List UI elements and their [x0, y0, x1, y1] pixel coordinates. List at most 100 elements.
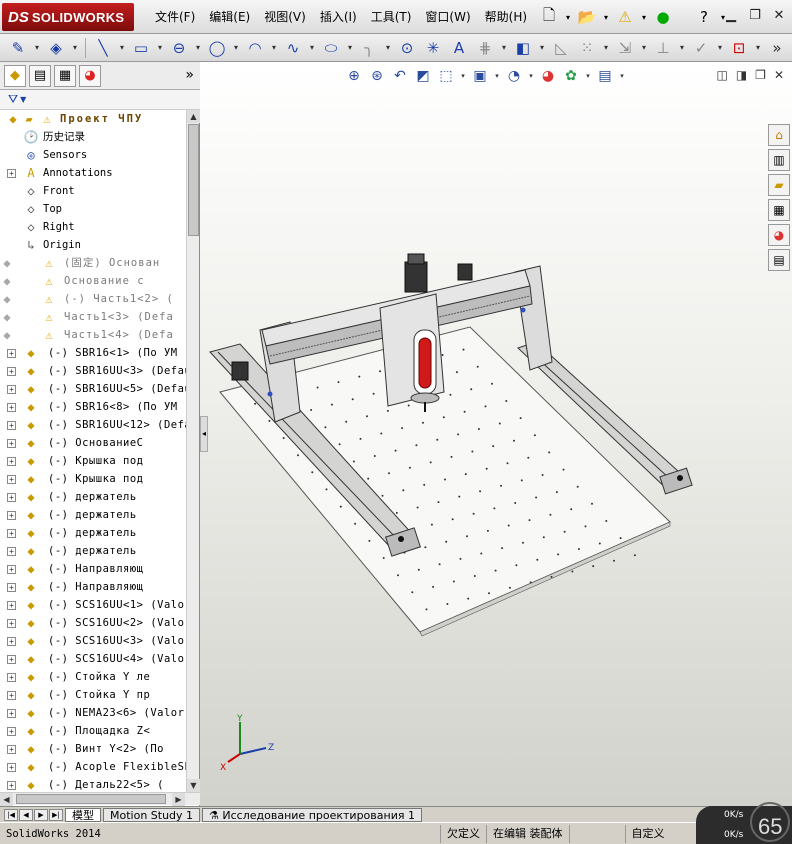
open-icon[interactable]: 📂: [576, 6, 598, 28]
traffic-light-icon[interactable]: ●: [652, 6, 674, 28]
expand-icon[interactable]: +: [7, 619, 16, 628]
tree-item-component[interactable]: + ◆ (-) ОснованиеС: [0, 434, 186, 452]
tree-vertical-scrollbar[interactable]: ▲ ▼: [186, 110, 200, 792]
hscroll-thumb[interactable]: [16, 794, 166, 804]
tree-item[interactable]: + A Annotations: [0, 164, 186, 182]
tree-item[interactable]: ◇ Front: [0, 182, 186, 200]
expand-icon[interactable]: +: [7, 745, 16, 754]
tree-item-component[interactable]: + ◆ (-) SCS16UU<2> (Valor p: [0, 614, 186, 632]
chevron-down-icon[interactable]: ▾: [563, 6, 573, 28]
mirror-icon[interactable]: ◺: [549, 37, 573, 59]
chevron-down-icon[interactable]: ▾: [537, 37, 547, 59]
expand-icon[interactable]: +: [7, 547, 16, 556]
chevron-down-icon[interactable]: ▾: [383, 37, 393, 59]
tree-item[interactable]: ◆ ⚠ Часть1<4> (Defa: [0, 326, 186, 344]
tree-filter[interactable]: ⛛ ▼: [0, 90, 200, 110]
expand-icon[interactable]: +: [7, 439, 16, 448]
feature-manager-icon[interactable]: ◆: [4, 64, 26, 87]
filter-icon[interactable]: ⛛: [8, 92, 18, 107]
property-manager-icon[interactable]: ▤: [29, 64, 51, 87]
menu-tools[interactable]: 工具(T): [364, 0, 419, 34]
tree-item-component[interactable]: + ◆ (-) SCS16UU<3> (Valor p: [0, 632, 186, 650]
panel-more-icon[interactable]: »: [185, 67, 194, 83]
expand-icon[interactable]: +: [7, 583, 16, 592]
expand-icon[interactable]: +: [7, 349, 16, 358]
filter-dropdown-icon[interactable]: ▼: [20, 95, 26, 104]
sketch-icon[interactable]: ◈: [44, 37, 68, 59]
tree-item-component[interactable]: + ◆ (-) держатель: [0, 488, 186, 506]
tree-item[interactable]: ◆ ⚠ Часть1<3> (Defa: [0, 308, 186, 326]
expand-icon[interactable]: +: [7, 709, 16, 718]
chevron-down-icon[interactable]: ▾: [601, 37, 611, 59]
ellipse-icon[interactable]: ⬭: [319, 37, 343, 59]
view-orientation-icon[interactable]: ⬚: [436, 66, 456, 86]
tree-item-component[interactable]: + ◆ (-) Крышка под: [0, 452, 186, 470]
hide-show-icon[interactable]: ◔: [504, 66, 524, 86]
chevron-down-icon[interactable]: ▾: [584, 66, 592, 86]
display-relations-icon[interactable]: ⊡: [727, 37, 751, 59]
chevron-down-icon[interactable]: ▾: [753, 37, 763, 59]
status-custom-units[interactable]: 自定义: [624, 824, 671, 843]
chevron-down-icon[interactable]: ▾: [155, 37, 165, 59]
chevron-down-icon[interactable]: ▾: [527, 66, 535, 86]
tab-design-study[interactable]: ⚗ Исследование проектирования 1: [202, 807, 422, 822]
prev-tab-icon[interactable]: ◀: [19, 808, 33, 821]
chevron-down-icon[interactable]: ▾: [493, 66, 501, 86]
expand-icon[interactable]: +: [7, 421, 16, 430]
zoom-area-icon[interactable]: ⊛: [367, 66, 387, 86]
zoom-fit-icon[interactable]: ⊕: [344, 66, 364, 86]
offset-icon[interactable]: ◧: [511, 37, 535, 59]
edit-appearance-icon[interactable]: ◕: [538, 66, 558, 86]
menu-window[interactable]: 窗口(W): [418, 0, 477, 34]
tree-item-component[interactable]: + ◆ (-) Стойка Y ле: [0, 668, 186, 686]
tree-item[interactable]: ◇ Top: [0, 200, 186, 218]
tree-item-component[interactable]: + ◆ (-) SBR16<1> (По УМ: [0, 344, 186, 362]
view-settings-icon[interactable]: ▤: [595, 66, 615, 86]
first-tab-icon[interactable]: |◀: [4, 808, 18, 821]
chevron-down-icon[interactable]: ▾: [459, 66, 467, 86]
expand-icon[interactable]: +: [7, 727, 16, 736]
tree-item[interactable]: ◎ Sensors: [0, 146, 186, 164]
trim-icon[interactable]: ⋕: [473, 37, 497, 59]
restore-icon[interactable]: ❐: [746, 6, 764, 24]
relations-icon[interactable]: ⊥: [651, 37, 675, 59]
tree-item-component[interactable]: + ◆ (-) Винт Y<2> (По: [0, 740, 186, 758]
tree-item-component[interactable]: + ◆ (-) SCS16UU<4> (Valor p: [0, 650, 186, 668]
split-view-icon[interactable]: ◫: [716, 68, 727, 82]
tree-item-component[interactable]: + ◆ (-) Деталь22<5> (: [0, 776, 186, 792]
expand-icon[interactable]: +: [7, 511, 16, 520]
tree-item-component[interactable]: + ◆ (-) держатель: [0, 524, 186, 542]
tab-motion-study[interactable]: Motion Study 1: [103, 807, 201, 822]
expand-icon[interactable]: +: [7, 529, 16, 538]
expand-icon[interactable]: +: [7, 367, 16, 376]
tree-item-component[interactable]: + ◆ (-) держатель: [0, 506, 186, 524]
scroll-up-icon[interactable]: ▲: [187, 110, 200, 123]
link-view-icon[interactable]: ◨: [736, 68, 747, 82]
move-icon[interactable]: ⇲: [613, 37, 637, 59]
expand-icon[interactable]: +: [7, 493, 16, 502]
tree-item-component[interactable]: + ◆ (-) Acople FlexibleSLDPR: [0, 758, 186, 776]
close-view-icon[interactable]: ✕: [774, 68, 784, 82]
scroll-right-icon[interactable]: ▶: [172, 793, 185, 806]
arc-icon[interactable]: ◠: [243, 37, 267, 59]
expand-icon[interactable]: +: [7, 169, 16, 178]
last-tab-icon[interactable]: ▶|: [49, 808, 63, 821]
home-icon[interactable]: ⌂: [768, 124, 790, 146]
solidworks-logo[interactable]: DS SOLIDWORKS: [2, 3, 134, 31]
help-icon[interactable]: ?: [693, 6, 715, 28]
display-style-icon[interactable]: ▣: [470, 66, 490, 86]
tree-item-component[interactable]: + ◆ (-) Направляющ: [0, 578, 186, 596]
chevron-down-icon[interactable]: ▾: [601, 6, 611, 28]
tree-item[interactable]: ◆ ⚠ (-) Часть1<2> (: [0, 290, 186, 308]
expand-icon[interactable]: +: [7, 763, 16, 772]
tree-item-component[interactable]: + ◆ (-) Площадка Z<: [0, 722, 186, 740]
fillet-icon[interactable]: ╮: [357, 37, 381, 59]
repair-icon[interactable]: ✓: [689, 37, 713, 59]
tree-item[interactable]: ◆ ⚠ Основание с: [0, 272, 186, 290]
tree-item[interactable]: ↳ Origin: [0, 236, 186, 254]
expand-icon[interactable]: +: [7, 781, 16, 790]
chevron-down-icon[interactable]: ▾: [193, 37, 203, 59]
tree-item-component[interactable]: + ◆ (-) Крышка под: [0, 470, 186, 488]
tree-item[interactable]: ◇ Right: [0, 218, 186, 236]
expand-icon[interactable]: +: [7, 457, 16, 466]
